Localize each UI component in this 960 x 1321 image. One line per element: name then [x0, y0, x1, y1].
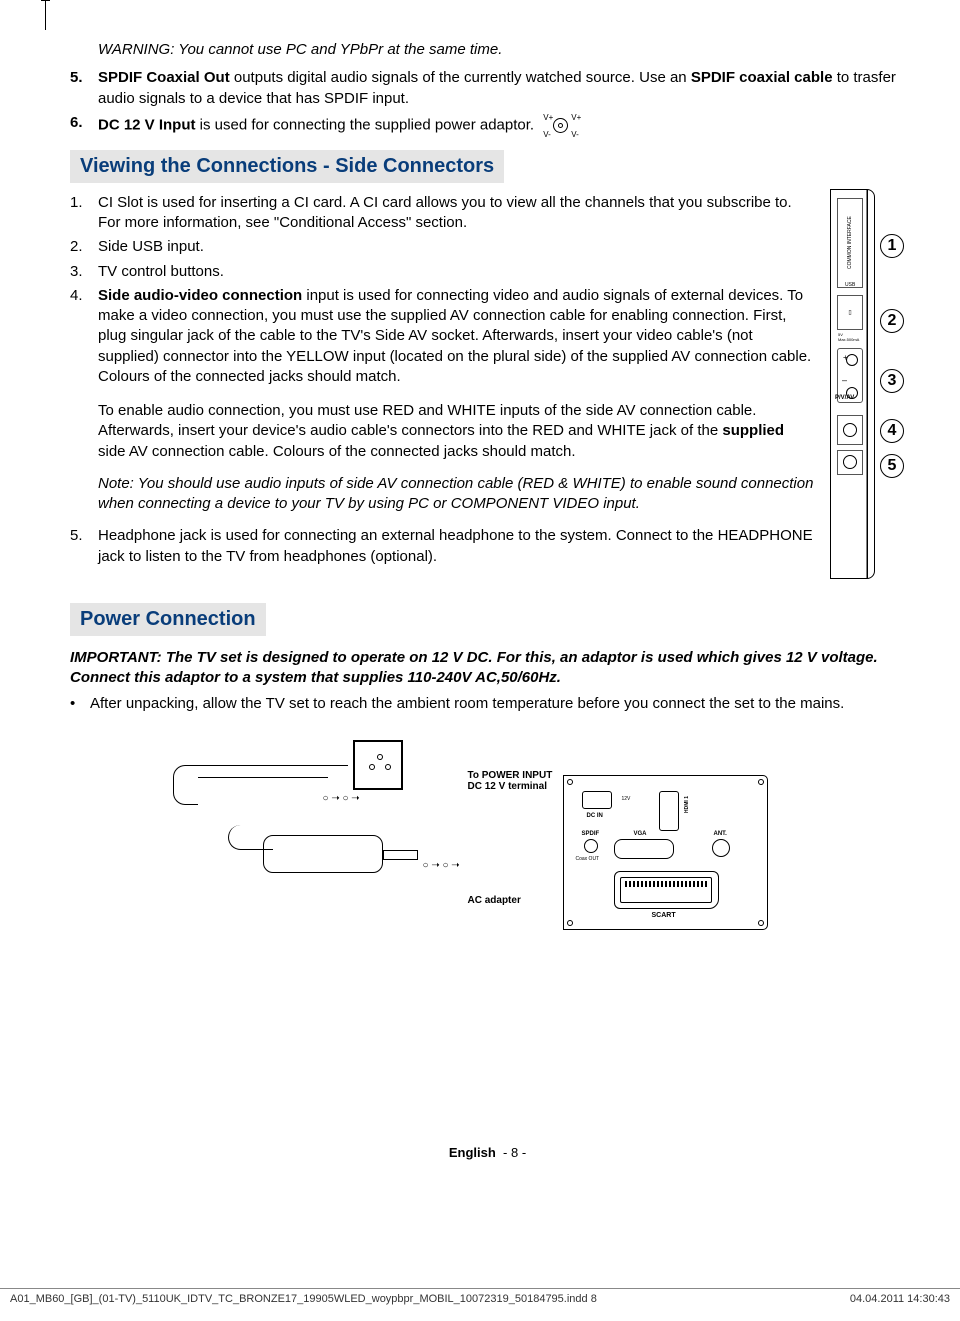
power-bullet: After unpacking, allow the TV set to rea…: [90, 694, 844, 714]
warning-text: WARNING: You cannot use PC and YPbPr at …: [98, 40, 905, 60]
wall-socket-icon: [353, 740, 403, 790]
bullet: •: [70, 694, 90, 714]
item5-num: 5.: [70, 68, 98, 109]
power-important: IMPORTANT: The TV set is designed to ope…: [70, 648, 905, 689]
item6-text: DC 12 V Input is used for connecting the…: [98, 113, 905, 138]
callout-1: 1: [880, 234, 904, 258]
section-power-header: Power Connection: [70, 603, 266, 636]
tv-back-panel: 12V DC IN SPDIF Coax OUT VGA HDMI 1 ANT.…: [563, 775, 768, 930]
max-label: 5VMax.500mA: [838, 332, 859, 342]
polarity-icon: V+ V+ V- V-: [538, 113, 583, 138]
footer-meta: A01_MB60_[GB]_(01-TV)_5110UK_IDTV_TC_BRO…: [0, 1288, 960, 1309]
side1-text: CI Slot is used for inserting a CI card.…: [98, 193, 815, 234]
ac-adapter-icon: [263, 835, 383, 873]
side4-text: Side audio-video connection input is use…: [98, 286, 815, 387]
footer-language: English - 8 -: [70, 1145, 905, 1160]
power-diagram: ○ ➝ ○ ➝ ○ ➝ ○ ➝ To POWER INPUT DC 12 V t…: [198, 735, 778, 965]
side5-text: Headphone jack is used for connecting an…: [98, 526, 815, 567]
av-port: [837, 415, 863, 445]
tv-side-panel: COMMON INTERFACE USB ▯ 5VMax.500mA + – P…: [830, 189, 905, 579]
side4-note: Note: You should use audio inputs of sid…: [98, 474, 815, 515]
item5-text: SPDIF Coaxial Out outputs digital audio …: [98, 68, 905, 109]
headphone-port: [837, 450, 863, 475]
side5-num: 5.: [70, 526, 98, 567]
callout-5: 5: [880, 454, 904, 478]
side4-para2: To enable audio connection, you must use…: [98, 401, 815, 462]
callout-2: 2: [880, 309, 904, 333]
usb-port: ▯: [837, 295, 863, 330]
side3-text: TV control buttons.: [98, 262, 815, 282]
item6-num: 6.: [70, 113, 98, 138]
side3-num: 3.: [70, 262, 98, 282]
terminal-label: To POWER INPUT DC 12 V terminal: [468, 770, 558, 792]
section-side-header: Viewing the Connections - Side Connector…: [70, 150, 504, 183]
side4-num: 4.: [70, 286, 98, 387]
arrow-icon: ○ ➝ ○ ➝: [323, 793, 360, 804]
ac-adapter-label: AC adapter: [468, 895, 521, 906]
side2-num: 2.: [70, 237, 98, 257]
pv-label: P/V/AV: [835, 395, 854, 401]
side1-num: 1.: [70, 193, 98, 234]
callout-3: 3: [880, 369, 904, 393]
side2-text: Side USB input.: [98, 237, 815, 257]
usb-label: USB: [845, 282, 855, 288]
arrow-icon: ○ ➝ ○ ➝: [423, 860, 460, 871]
ci-port: COMMON INTERFACE: [837, 198, 863, 288]
callout-4: 4: [880, 419, 904, 443]
